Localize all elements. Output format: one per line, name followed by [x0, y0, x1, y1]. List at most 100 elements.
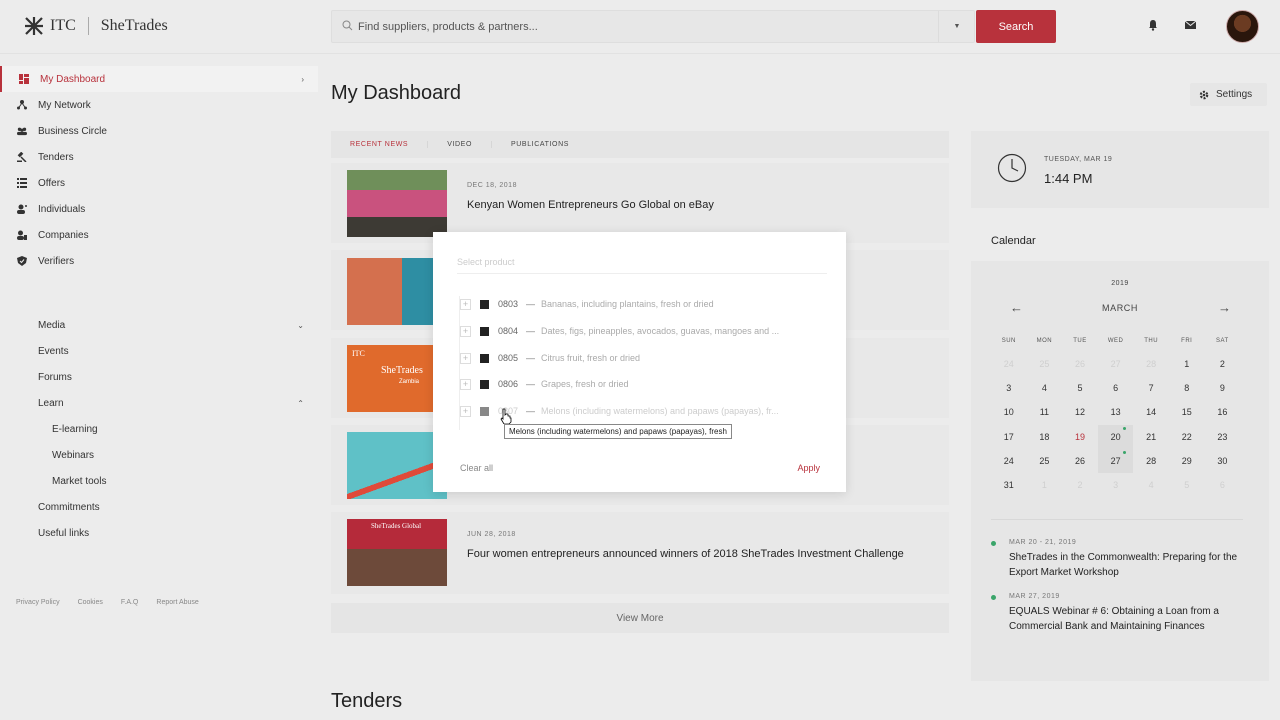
expand-icon[interactable]: +: [460, 298, 471, 310]
calendar-day[interactable]: 27: [1098, 352, 1134, 376]
calendar-day[interactable]: 10: [991, 400, 1027, 424]
calendar-day[interactable]: 31: [991, 473, 1027, 497]
mail-icon[interactable]: [1185, 21, 1196, 29]
product-option[interactable]: + 0803 — Bananas, including plantains, f…: [460, 296, 714, 312]
calendar-day[interactable]: 7: [1133, 376, 1169, 400]
sidebar-item-verifiers[interactable]: Verifiers: [0, 248, 318, 274]
report-abuse-link[interactable]: Report Abuse: [156, 599, 198, 606]
bell-icon[interactable]: [1148, 19, 1158, 31]
sidebar-item-my-network[interactable]: My Network: [0, 92, 318, 118]
product-option[interactable]: + 0805 — Citrus fruit, fresh or dried: [460, 350, 640, 366]
user-avatar[interactable]: [1226, 10, 1259, 43]
sidebar-item-individuals[interactable]: Individuals: [0, 196, 318, 222]
checkbox[interactable]: [480, 379, 489, 389]
expand-icon[interactable]: +: [460, 352, 471, 364]
tab-video[interactable]: VIDEO: [428, 141, 492, 148]
calendar-day[interactable]: 12: [1062, 400, 1098, 424]
calendar-day[interactable]: 14: [1133, 400, 1169, 424]
calendar-day[interactable]: 4: [1027, 376, 1063, 400]
product-option[interactable]: + 0806 — Grapes, fresh or dried: [460, 376, 629, 392]
expand-icon[interactable]: +: [460, 405, 471, 417]
product-select-modal: + 0803 — Bananas, including plantains, f…: [433, 232, 846, 492]
expand-icon[interactable]: +: [460, 378, 471, 390]
sidebar-item-label: Useful links: [38, 527, 90, 539]
calendar-day[interactable]: 27: [1097, 448, 1134, 473]
sidebar-item-e-learning[interactable]: E-learning: [0, 416, 318, 442]
sidebar-item-commitments[interactable]: Commitments: [0, 494, 318, 520]
sidebar-item-events[interactable]: Events: [0, 338, 318, 364]
calendar-day[interactable]: 23: [1205, 425, 1241, 449]
sidebar-item-media[interactable]: Media ⌄: [0, 312, 318, 338]
settings-button[interactable]: Settings: [1190, 83, 1267, 106]
calendar-day-number: 13: [1110, 407, 1121, 418]
calendar-day[interactable]: 19: [1062, 425, 1098, 449]
faq-link[interactable]: F.A.Q: [121, 599, 139, 606]
news-item[interactable]: SheTrades Global JUN 28, 2018 Four women…: [331, 512, 949, 594]
calendar-day[interactable]: 18: [1027, 425, 1063, 449]
calendar-day[interactable]: 17: [991, 425, 1027, 449]
news-item[interactable]: DEC 18, 2018 Kenyan Women Entrepreneurs …: [331, 163, 949, 243]
logo[interactable]: ITC SheTrades: [24, 16, 168, 36]
search-button[interactable]: Search: [976, 10, 1056, 43]
tab-recent-news[interactable]: RECENT NEWS: [331, 141, 429, 148]
calendar-day[interactable]: 29: [1169, 449, 1205, 473]
product-option[interactable]: + 0804 — Dates, figs, pineapples, avocad…: [460, 323, 779, 339]
checkbox[interactable]: [480, 299, 489, 309]
calendar-day[interactable]: 3: [991, 376, 1027, 400]
calendar-day[interactable]: 28: [1133, 449, 1169, 473]
calendar-day[interactable]: 1: [1027, 473, 1063, 497]
calendar-day[interactable]: 1: [1169, 352, 1205, 376]
search-category-dropdown[interactable]: ▼: [938, 11, 975, 42]
calendar-day[interactable]: 20: [1097, 424, 1134, 449]
calendar-day[interactable]: 16: [1205, 400, 1241, 424]
calendar-day[interactable]: 3: [1098, 473, 1134, 497]
checkbox[interactable]: [480, 406, 489, 416]
calendar-day[interactable]: 25: [1027, 352, 1063, 376]
sidebar-item-market-tools[interactable]: Market tools: [0, 468, 318, 494]
expand-icon[interactable]: +: [460, 325, 471, 337]
calendar-day[interactable]: 8: [1169, 376, 1205, 400]
calendar-day[interactable]: 28: [1133, 352, 1169, 376]
calendar-day[interactable]: 26: [1062, 352, 1098, 376]
checkbox[interactable]: [480, 353, 489, 363]
calendar-day[interactable]: 2: [1062, 473, 1098, 497]
calendar-day[interactable]: 6: [1205, 473, 1241, 497]
event-item[interactable]: MAR 20 - 21, 2019 SheTrades in the Commo…: [991, 539, 1239, 580]
calendar-day[interactable]: 25: [1027, 449, 1063, 473]
calendar-day[interactable]: 2: [1205, 352, 1241, 376]
privacy-policy-link[interactable]: Privacy Policy: [16, 599, 60, 606]
calendar-day[interactable]: 4: [1133, 473, 1169, 497]
calendar-day[interactable]: 24: [991, 352, 1027, 376]
calendar-day[interactable]: 30: [1205, 449, 1241, 473]
sidebar-item-forums[interactable]: Forums: [0, 364, 318, 390]
calendar-day[interactable]: 13: [1098, 400, 1134, 424]
apply-button[interactable]: Apply: [797, 463, 820, 473]
calendar-day[interactable]: 5: [1169, 473, 1205, 497]
cookies-link[interactable]: Cookies: [78, 599, 103, 606]
sidebar-item-webinars[interactable]: Webinars: [0, 442, 318, 468]
sidebar-item-offers[interactable]: Offers: [0, 170, 318, 196]
calendar-day[interactable]: 5: [1062, 376, 1098, 400]
sidebar-item-companies[interactable]: Companies: [0, 222, 318, 248]
sidebar-item-my-dashboard[interactable]: My Dashboard ›: [0, 66, 318, 92]
calendar-day[interactable]: 11: [1027, 400, 1063, 424]
next-month-arrow-icon[interactable]: →: [1218, 300, 1231, 315]
clear-all-button[interactable]: Clear all: [460, 463, 493, 473]
calendar-day[interactable]: 6: [1098, 376, 1134, 400]
search-input[interactable]: [358, 17, 918, 37]
calendar-day[interactable]: 22: [1169, 425, 1205, 449]
calendar-day[interactable]: 24: [991, 449, 1027, 473]
calendar-day[interactable]: 21: [1133, 425, 1169, 449]
checkbox[interactable]: [480, 326, 489, 336]
calendar-day[interactable]: 15: [1169, 400, 1205, 424]
sidebar-item-tenders[interactable]: Tenders: [0, 144, 318, 170]
calendar-day[interactable]: 9: [1205, 376, 1241, 400]
event-item[interactable]: MAR 27, 2019 EQUALS Webinar # 6: Obtaini…: [991, 593, 1239, 634]
calendar-day[interactable]: 26: [1062, 449, 1098, 473]
sidebar-item-learn[interactable]: Learn ⌃: [0, 390, 318, 416]
sidebar-item-useful-links[interactable]: Useful links: [0, 520, 318, 546]
tab-publications[interactable]: PUBLICATIONS: [492, 141, 588, 148]
sidebar-item-business-circle[interactable]: Business Circle: [0, 118, 318, 144]
view-more-button[interactable]: View More: [331, 603, 949, 633]
select-product-input[interactable]: [457, 257, 827, 274]
